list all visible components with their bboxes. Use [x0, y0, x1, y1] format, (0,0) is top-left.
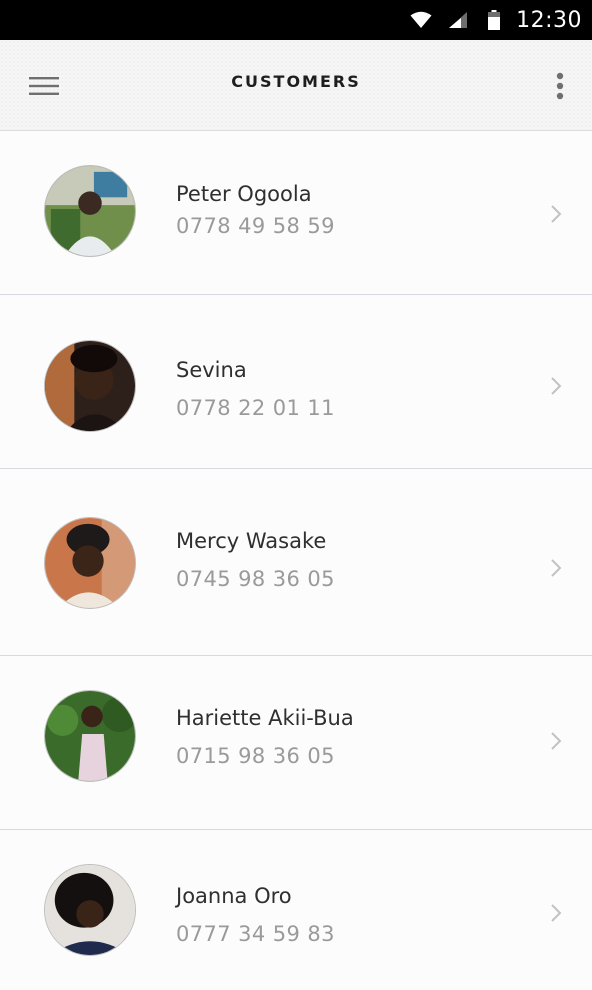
avatar	[44, 864, 136, 956]
customer-phone: 0745 98 36 05	[176, 567, 335, 591]
customer-phone: 0715 98 36 05	[176, 744, 335, 768]
avatar-photo	[45, 341, 135, 431]
avatar-photo	[45, 166, 135, 256]
app-bar: CUSTOMERS	[0, 40, 592, 131]
wifi-icon	[410, 11, 432, 28]
chevron-right-icon	[551, 559, 562, 577]
status-bar: 12:30	[0, 0, 592, 40]
overflow-menu-button[interactable]	[546, 66, 578, 106]
avatar	[44, 165, 136, 257]
avatar	[44, 690, 136, 782]
customer-name: Joanna Oro	[176, 884, 292, 908]
customer-row[interactable]: Sevina 0778 22 01 11	[0, 295, 592, 469]
customer-phone: 0778 22 01 11	[176, 396, 335, 420]
more-vertical-icon	[556, 72, 564, 100]
page-title: CUSTOMERS	[231, 72, 361, 91]
customer-row[interactable]: Mercy Wasake 0745 98 36 05	[0, 469, 592, 656]
chevron-right-icon	[551, 377, 562, 395]
status-clock: 12:30	[516, 7, 582, 33]
customer-name: Hariette Akii-Bua	[176, 706, 354, 730]
avatar-photo	[45, 691, 135, 781]
customer-row[interactable]: Peter Ogoola 0778 49 58 59	[0, 131, 592, 295]
customer-name: Sevina	[176, 358, 247, 382]
avatar	[44, 517, 136, 609]
chevron-right-icon	[551, 904, 562, 922]
customer-phone: 0778 49 58 59	[176, 214, 335, 238]
customer-name: Mercy Wasake	[176, 529, 327, 553]
chevron-right-icon	[551, 205, 562, 223]
chevron-right-icon	[551, 732, 562, 750]
customer-list: Peter Ogoola 0778 49 58 59 Sevina 0778 2…	[0, 131, 592, 990]
avatar	[44, 340, 136, 432]
signal-icon	[449, 12, 468, 28]
avatar-photo	[45, 518, 135, 608]
customer-name: Peter Ogoola	[176, 182, 312, 206]
customer-row[interactable]: Joanna Oro 0777 34 59 83	[0, 830, 592, 990]
avatar-photo	[45, 865, 135, 955]
battery-icon	[488, 10, 501, 30]
customer-phone: 0777 34 59 83	[176, 922, 335, 946]
customer-row[interactable]: Hariette Akii-Bua 0715 98 36 05	[0, 656, 592, 830]
status-icons: 12:30	[410, 0, 582, 40]
